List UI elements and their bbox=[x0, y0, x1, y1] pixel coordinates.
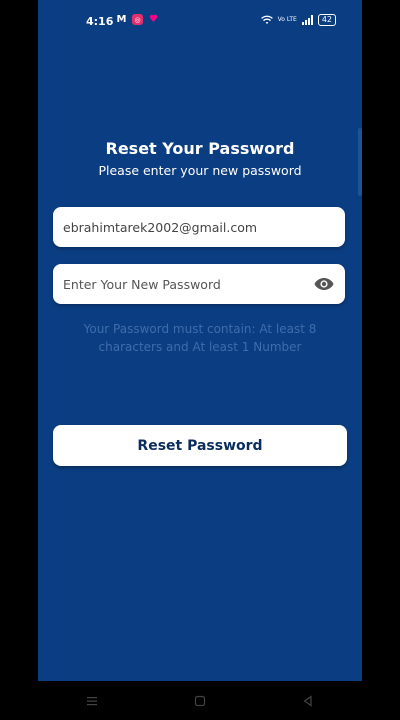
status-time: 4:16 bbox=[86, 15, 114, 28]
reset-password-button[interactable]: Reset Password bbox=[53, 425, 347, 466]
gmail-icon: M bbox=[116, 14, 127, 25]
navigation-bar bbox=[38, 681, 362, 720]
status-bar: 4:16 M ◎ ♥ Vo LTE 42 bbox=[38, 0, 362, 42]
battery-indicator: 42 bbox=[317, 14, 336, 26]
back-icon[interactable] bbox=[288, 686, 328, 716]
signal-icon bbox=[301, 15, 313, 25]
notification-icons: M ◎ ♥ bbox=[116, 14, 159, 25]
email-field-container bbox=[53, 207, 345, 247]
page-title: Reset Your Password bbox=[105, 139, 295, 158]
email-field[interactable] bbox=[63, 219, 335, 235]
new-password-field[interactable] bbox=[63, 276, 313, 292]
page-subtitle: Please enter your new password bbox=[98, 163, 302, 178]
square-icon[interactable] bbox=[180, 686, 220, 716]
menu-icon[interactable] bbox=[72, 686, 112, 716]
heart-icon: ♥ bbox=[149, 14, 158, 25]
wifi-icon bbox=[260, 15, 273, 24]
lte-label: Vo LTE bbox=[277, 16, 297, 23]
password-field-container bbox=[53, 264, 345, 304]
password-hint: Your Password must contain: At least 8 c… bbox=[83, 322, 317, 354]
eye-icon[interactable] bbox=[313, 273, 335, 295]
instagram-icon: ◎ bbox=[132, 14, 143, 25]
app-screen: 4:16 M ◎ ♥ Vo LTE 42 Reset Your Password… bbox=[38, 0, 362, 681]
system-icons: Vo LTE 42 bbox=[260, 14, 336, 26]
